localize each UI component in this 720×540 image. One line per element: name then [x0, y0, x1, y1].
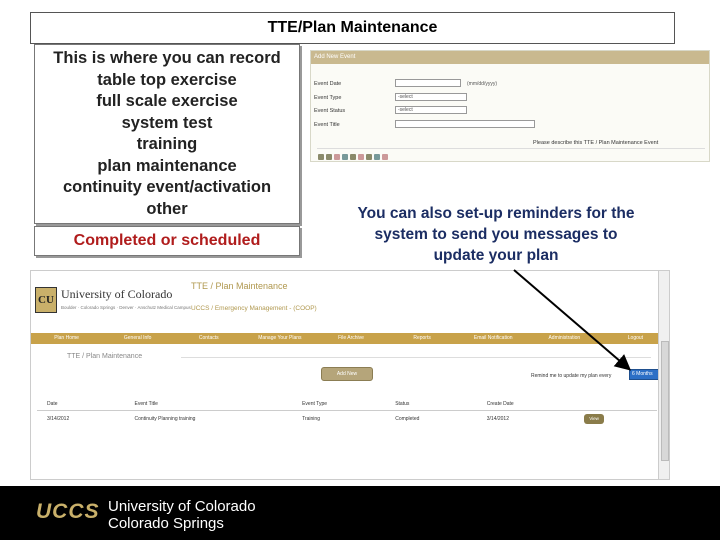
- bold-icon[interactable]: [318, 154, 324, 160]
- list-icon[interactable]: [366, 154, 372, 160]
- app-subtitle: UCCS / Emergency Management - (COOP): [191, 305, 317, 312]
- link-icon[interactable]: [374, 154, 380, 160]
- event-status-select[interactable]: -select: [395, 106, 467, 114]
- cell-event-title: Continuity Planning training: [134, 415, 196, 422]
- description-line: training: [136, 135, 198, 153]
- footer-line2: Colorado Springs: [108, 515, 224, 532]
- event-type-select[interactable]: -select: [395, 93, 467, 101]
- cell-status: Completed: [395, 415, 420, 422]
- heading-divider: [181, 357, 651, 358]
- event-description-label: Please describe this TTE / Plan Maintena…: [533, 140, 659, 146]
- slide-title: TTE/Plan Maintenance: [30, 12, 675, 44]
- description-line: other: [146, 199, 188, 218]
- description-line: plan maintenance: [97, 156, 237, 175]
- footer: UCCS University of Colorado Colorado Spr…: [0, 486, 720, 540]
- table-header-row: Date Event Title Event Type Status Creat…: [37, 399, 657, 411]
- col-create-date[interactable]: Create Date: [476, 399, 575, 411]
- nav-plan-home[interactable]: Plan Home: [31, 333, 102, 344]
- app-title: TTE / Plan Maintenance: [191, 281, 288, 291]
- form-header: Add New Event: [311, 51, 709, 64]
- nav-administration[interactable]: Administration: [529, 333, 600, 344]
- event-title-label: Event Title: [314, 122, 340, 128]
- nav-contacts[interactable]: Contacts: [173, 333, 244, 344]
- events-table: Date Event Title Event Type Status Creat…: [37, 399, 657, 427]
- event-title-input[interactable]: [395, 120, 535, 128]
- uccs-logo: UCCS: [36, 500, 100, 523]
- col-date[interactable]: Date: [37, 399, 125, 411]
- org-sub: Boulder · Colorado Springs · Denver · An…: [61, 305, 191, 310]
- description-line: table top exercise: [97, 70, 237, 89]
- editor-toolbar: [317, 148, 705, 160]
- col-status[interactable]: Status: [385, 399, 477, 411]
- remind-label: Remind me to update my plan every: [531, 373, 612, 379]
- italic-icon[interactable]: [326, 154, 332, 160]
- event-status-label: Event Status: [314, 108, 346, 114]
- col-actions: [574, 399, 657, 411]
- footer-line1: University of Colorado: [108, 498, 256, 515]
- nav-bar: Plan Home General Info Contacts Manage Y…: [31, 333, 669, 344]
- scrollbar[interactable]: [658, 271, 669, 479]
- remind-interval-select[interactable]: 6 Months: [629, 369, 661, 380]
- event-types-description: This is where you can record table top e…: [34, 44, 300, 224]
- cell-create-date: 3/14/2012: [486, 415, 509, 422]
- cut-icon[interactable]: [342, 154, 348, 160]
- event-date-input[interactable]: [395, 79, 461, 87]
- paste-icon[interactable]: [358, 154, 364, 160]
- nav-email-notification[interactable]: Email Notification: [458, 333, 529, 344]
- image-icon[interactable]: [382, 154, 388, 160]
- col-event-title[interactable]: Event Title: [124, 399, 293, 411]
- underline-icon[interactable]: [334, 154, 340, 160]
- date-format-note: (mm/dd/yyyy): [467, 81, 497, 87]
- nav-manage-plans[interactable]: Manage Your Plans: [244, 333, 315, 344]
- cell-event-type: Training: [302, 415, 320, 422]
- description-line: full scale exercise: [96, 92, 238, 110]
- col-event-type[interactable]: Event Type: [292, 399, 386, 411]
- org-name: University of Colorado: [61, 287, 173, 301]
- reminder-note: You can also set-up reminders for the sy…: [357, 205, 635, 264]
- copy-icon[interactable]: [350, 154, 356, 160]
- nav-general-info[interactable]: General Info: [102, 333, 173, 344]
- cu-logo-icon: CU: [35, 287, 57, 313]
- scrollbar-thumb[interactable]: [661, 341, 669, 461]
- cu-logo: CU University of Colorado Boulder · Colo…: [35, 283, 191, 319]
- table-row[interactable]: 3/14/2012 Continuity Planning training T…: [37, 410, 657, 427]
- event-date-label: Event Date: [314, 81, 342, 87]
- description-line: This is where you can record: [53, 49, 281, 67]
- nav-reports[interactable]: Reports: [387, 333, 458, 344]
- add-event-form: Add New Event Event Date (mm/dd/yyyy) Ev…: [310, 50, 710, 162]
- description-line: continuity event/activation: [62, 178, 272, 196]
- cell-date: 3/14/2012: [47, 415, 70, 422]
- event-type-label: Event Type: [314, 95, 342, 101]
- view-button[interactable]: View: [584, 413, 605, 424]
- nav-file-archive[interactable]: File Archive: [315, 333, 386, 344]
- cell-actions: View: [574, 410, 657, 427]
- description-line: system test: [121, 113, 213, 132]
- status-note: Completed or scheduled: [34, 226, 300, 256]
- page-heading: TTE / Plan Maintenance: [67, 353, 143, 360]
- add-new-button[interactable]: Add New: [321, 367, 373, 381]
- app-screenshot: CU University of Colorado Boulder · Colo…: [30, 270, 670, 480]
- app-header: CU University of Colorado Boulder · Colo…: [31, 271, 669, 333]
